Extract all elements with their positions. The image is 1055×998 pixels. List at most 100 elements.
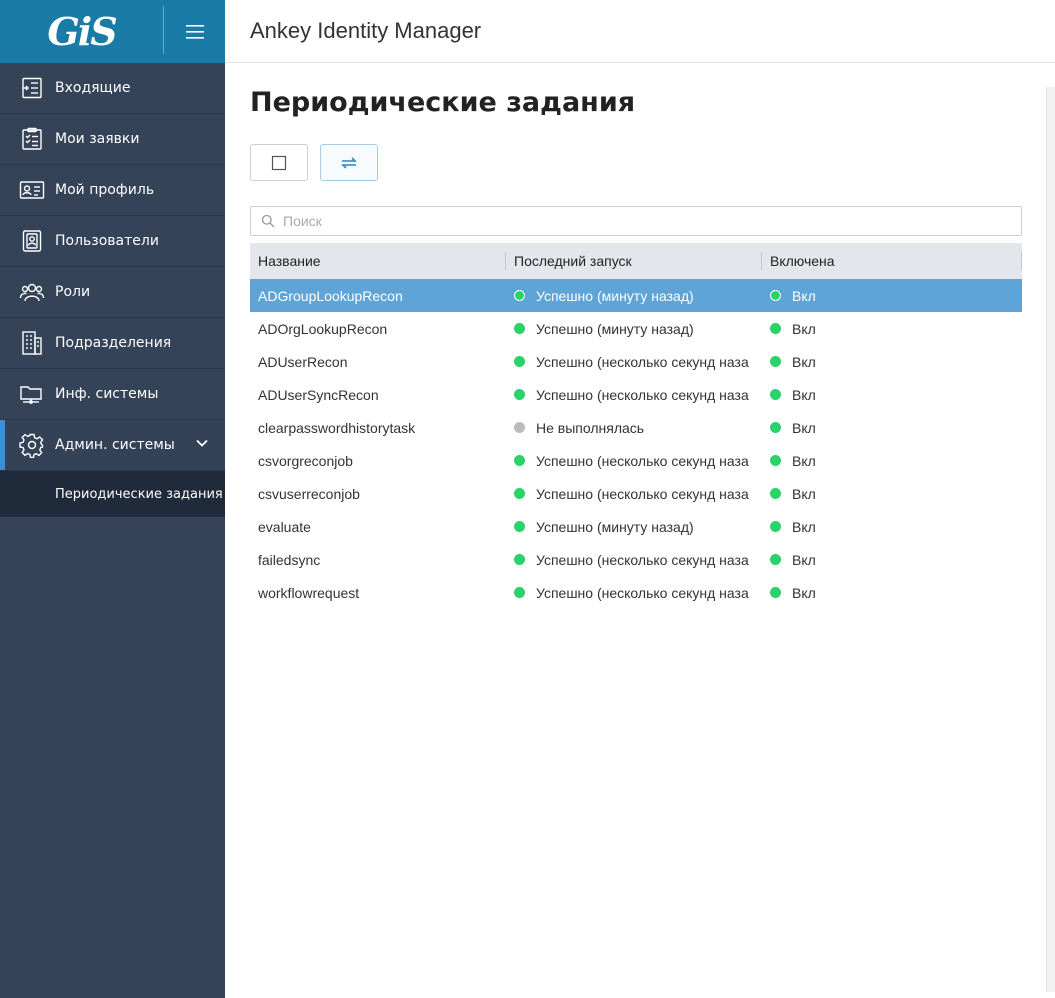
logo[interactable]: GiS bbox=[0, 0, 163, 63]
status-dot-icon bbox=[514, 356, 525, 367]
sidebar-item-admin-systems[interactable]: Админ. системы bbox=[0, 420, 225, 471]
cell-last-run: Успешно (несколько секунд наза bbox=[506, 576, 762, 609]
column-header-enabled[interactable]: Включена bbox=[762, 243, 1022, 279]
sidebar: GiS Входящие Мои заявки Мой профиль Поль… bbox=[0, 0, 225, 998]
checklist-icon bbox=[18, 125, 46, 153]
page-scrollbar[interactable] bbox=[1046, 87, 1055, 992]
table-row[interactable]: ADGroupLookupRecon Успешно (минуту назад)… bbox=[250, 279, 1022, 312]
table-row[interactable]: failedsync Успешно (несколько секунд наза… bbox=[250, 543, 1022, 576]
checkbox-icon bbox=[271, 155, 287, 170]
id-card-icon bbox=[18, 176, 46, 204]
search-icon bbox=[261, 214, 275, 228]
table-row[interactable]: csvuserreconjob Успешно (несколько секунд… bbox=[250, 477, 1022, 510]
cell-task-name: csvorgreconjob bbox=[258, 452, 353, 469]
inbox-icon bbox=[18, 74, 46, 102]
select-all-button[interactable] bbox=[250, 144, 308, 181]
cell-last-run: Успешно (несколько секунд наза bbox=[506, 477, 762, 510]
cell-enabled: Вкл bbox=[762, 411, 1022, 444]
cell-task-name: ADGroupLookupRecon bbox=[258, 287, 403, 304]
sidebar-subitem-scheduled-tasks[interactable]: Периодические задания bbox=[0, 471, 225, 517]
status-dot-icon bbox=[514, 488, 525, 499]
sidebar-item-roles[interactable]: Роли bbox=[0, 267, 225, 318]
status-dot-icon bbox=[770, 554, 781, 565]
sidebar-item-label: Роли bbox=[55, 284, 91, 300]
status-dot-icon bbox=[770, 356, 781, 367]
menu-toggle-button[interactable] bbox=[164, 0, 225, 63]
table-row[interactable]: evaluate Успешно (минуту назад) Вкл bbox=[250, 510, 1022, 543]
sidebar-item-inbox[interactable]: Входящие bbox=[0, 63, 225, 114]
cell-enabled: Вкл bbox=[762, 477, 1022, 510]
cell-task-name: ADOrgLookupRecon bbox=[258, 320, 388, 337]
cell-last-run: Успешно (минуту назад) bbox=[506, 510, 762, 543]
logo-text: GiS bbox=[47, 9, 117, 54]
sidebar-item-label: Инф. системы bbox=[55, 386, 159, 402]
cell-task-name: failedsync bbox=[258, 551, 321, 568]
status-dot-icon bbox=[770, 323, 781, 334]
cell-enabled: Вкл bbox=[762, 510, 1022, 543]
sidebar-item-my-requests[interactable]: Мои заявки bbox=[0, 114, 225, 165]
status-dot-icon bbox=[770, 290, 781, 301]
search-input[interactable] bbox=[283, 213, 983, 229]
status-dot-icon bbox=[514, 587, 525, 598]
app-title: Ankey Identity Manager bbox=[250, 18, 482, 43]
sidebar-item-users[interactable]: Пользователи bbox=[0, 216, 225, 267]
cell-enabled: Вкл bbox=[762, 576, 1022, 609]
hamburger-icon bbox=[185, 24, 204, 39]
cell-task-name: csvuserreconjob bbox=[258, 485, 360, 502]
sidebar-item-label: Мой профиль bbox=[55, 182, 155, 198]
users-group-icon bbox=[18, 278, 46, 306]
status-dot-icon bbox=[514, 521, 525, 532]
table-row[interactable]: ADOrgLookupRecon Успешно (минуту назад) Вк… bbox=[250, 312, 1022, 345]
cell-last-run: Не выполнялась bbox=[506, 411, 762, 444]
cell-last-run: Успешно (несколько секунд наза bbox=[506, 345, 762, 378]
cell-last-run: Успешно (минуту назад) bbox=[506, 312, 762, 345]
cell-task-name: evaluate bbox=[258, 518, 311, 535]
status-dot-icon bbox=[514, 554, 525, 565]
sidebar-item-label: Входящие bbox=[55, 80, 131, 96]
cell-task-name: workflowrequest bbox=[258, 584, 360, 601]
cell-enabled: Вкл bbox=[762, 378, 1022, 411]
status-dot-icon bbox=[514, 422, 525, 433]
cell-enabled: Вкл bbox=[762, 312, 1022, 345]
status-dot-icon bbox=[770, 521, 781, 532]
gear-icon bbox=[18, 431, 46, 459]
table-row[interactable]: clearpasswordhistorytask Не выполнялась Вк… bbox=[250, 411, 1022, 444]
tasks-table: Название Последний запуск Включена ADGro… bbox=[250, 243, 1022, 609]
sidebar-item-my-profile[interactable]: Мой профиль bbox=[0, 165, 225, 216]
status-dot-icon bbox=[770, 422, 781, 433]
cell-enabled: Вкл bbox=[762, 345, 1022, 378]
sidebar-item-label: Подразделения bbox=[55, 335, 172, 351]
sidebar-item-label: Пользователи bbox=[55, 233, 159, 249]
status-dot-icon bbox=[514, 290, 525, 301]
cell-last-run: Успешно (минуту назад) bbox=[506, 279, 762, 312]
cell-last-run: Успешно (несколько секунд наза bbox=[506, 543, 762, 576]
column-header-last-run[interactable]: Последний запуск bbox=[506, 243, 762, 279]
status-dot-icon bbox=[770, 389, 781, 400]
status-dot-icon bbox=[514, 455, 525, 466]
chevron-down-icon[interactable] bbox=[195, 436, 209, 454]
status-dot-icon bbox=[770, 455, 781, 466]
main-content: Периодические задания Название Последний… bbox=[225, 63, 1055, 998]
table-row[interactable]: ADUserRecon Успешно (несколько секунд наз… bbox=[250, 345, 1022, 378]
sidebar-item-info-systems[interactable]: Инф. системы bbox=[0, 369, 225, 420]
top-header: Ankey Identity Manager bbox=[225, 0, 1055, 63]
refresh-button[interactable] bbox=[320, 144, 378, 181]
column-header-name[interactable]: Название bbox=[250, 243, 506, 279]
user-badge-icon bbox=[18, 227, 46, 255]
cell-last-run: Успешно (несколько секунд наза bbox=[506, 378, 762, 411]
table-header: Название Последний запуск Включена bbox=[250, 243, 1022, 279]
table-body: ADGroupLookupRecon Успешно (минуту назад)… bbox=[250, 279, 1022, 609]
status-dot-icon bbox=[514, 323, 525, 334]
cell-task-name: ADUserRecon bbox=[258, 353, 348, 370]
table-row[interactable]: csvorgreconjob Успешно (несколько секунд … bbox=[250, 444, 1022, 477]
brand-bar: GiS bbox=[0, 0, 225, 63]
table-row[interactable]: ADUserSyncRecon Успешно (несколько секунд… bbox=[250, 378, 1022, 411]
cell-last-run: Успешно (несколько секунд наза bbox=[506, 444, 762, 477]
cell-task-name: clearpasswordhistorytask bbox=[258, 419, 416, 436]
sidebar-item-departments[interactable]: Подразделения bbox=[0, 318, 225, 369]
page-title: Периодические задания bbox=[250, 87, 636, 118]
building-icon bbox=[18, 329, 46, 357]
table-row[interactable]: workflowrequest Успешно (несколько секунд… bbox=[250, 576, 1022, 609]
refresh-icon bbox=[341, 156, 357, 169]
sidebar-subitem-label: Периодические задания bbox=[55, 486, 223, 502]
